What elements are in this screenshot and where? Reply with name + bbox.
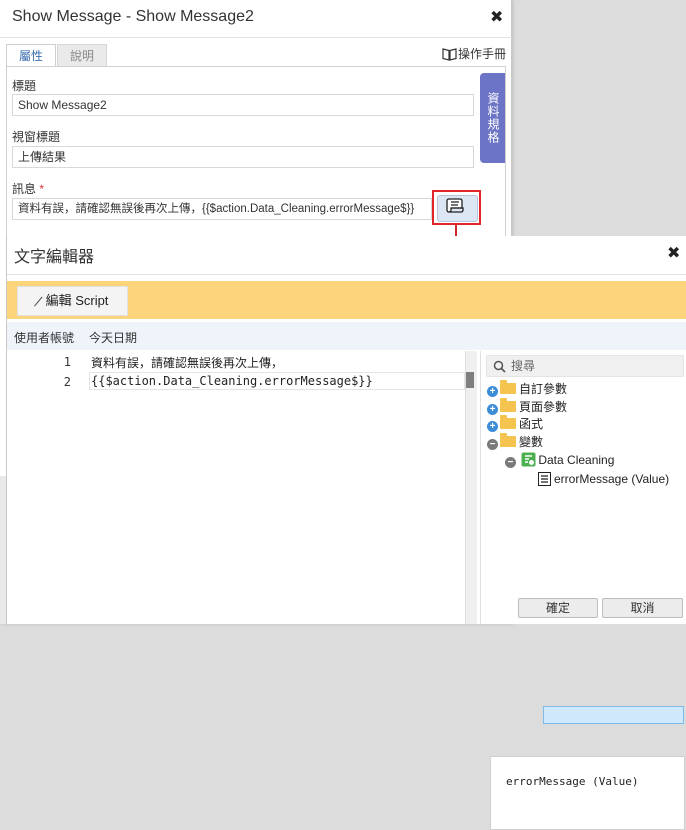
folder-icon [500, 415, 516, 429]
folder-icon [500, 380, 516, 394]
dialog-title: Show Message - Show Message2 [12, 8, 254, 25]
required-mark: * [39, 182, 45, 196]
scrollbar-thumb[interactable] [466, 372, 474, 388]
open-text-editor-button[interactable] [432, 190, 481, 225]
data-source-icon [521, 452, 536, 467]
window-title-field[interactable]: 上傳結果 [12, 146, 474, 168]
line-number: 1 [63, 355, 71, 369]
insert-today-button[interactable]: 今天日期 [89, 329, 137, 346]
insert-username-button[interactable]: 使用者帳號 [14, 329, 74, 346]
search-input[interactable]: 搜尋 [486, 355, 684, 377]
expand-icon[interactable]: + [487, 421, 498, 432]
tree-item-data-cleaning[interactable]: − Data Cleaning [505, 451, 614, 469]
scroll-icon [446, 198, 464, 213]
manual-link[interactable]: 操作手冊 [442, 45, 506, 62]
edit-script-button[interactable]: | 編輯 Script [17, 286, 128, 316]
tree-item-label: 自訂參數 [519, 382, 568, 396]
tree-item-label: 頁面參數 [519, 400, 568, 414]
tree-item-variables[interactable]: − 變數 [487, 433, 543, 451]
code-line[interactable]: 資料有誤，請確認無誤後再次上傳， [91, 354, 283, 371]
line-number: 2 [63, 375, 71, 389]
collapse-icon[interactable]: − [487, 439, 498, 450]
tree-item-label: Data Cleaning [538, 453, 615, 467]
collapse-icon[interactable]: − [505, 457, 516, 468]
code-line[interactable]: {{$action.Data_Cleaning.errorMessage$}} [91, 374, 373, 388]
text-editor-title: 文字編輯器 [14, 249, 95, 266]
message-label: 訊息 * [12, 180, 44, 197]
cancel-button[interactable]: 取消 [602, 598, 683, 618]
tree-item-error-message[interactable]: errorMessage (Value) [538, 470, 669, 488]
ok-button[interactable]: 確定 [518, 598, 598, 618]
data-spec-side-tab[interactable]: 資料規格 [480, 73, 505, 163]
tab-description[interactable]: 說明 [57, 44, 108, 66]
variable-detail-box: errorMessage (Value) [490, 756, 685, 830]
search-icon [493, 360, 506, 373]
variable-icon [538, 472, 551, 486]
editor-scrollbar[interactable] [465, 351, 477, 624]
expand-icon[interactable]: + [487, 404, 498, 415]
manual-link-label: 操作手冊 [458, 47, 507, 61]
close-icon[interactable]: ✖ [667, 243, 680, 263]
divider [7, 274, 686, 275]
message-field[interactable]: 資料有誤，請確認無誤後再次上傳，{{$action.Data_Cleaning.… [12, 198, 432, 220]
tree-item-label: errorMessage (Value) [554, 472, 670, 486]
edit-script-label: 編輯 Script [45, 293, 109, 308]
search-placeholder: 搜尋 [511, 359, 536, 373]
tree-item-label: 變數 [519, 435, 544, 449]
code-editor[interactable] [7, 351, 477, 624]
text-editor-dialog: 文字編輯器 ✖ | 編輯 Script 使用者帳號 今天日期 1 資料有誤，請確… [6, 236, 686, 830]
title-field[interactable]: Show Message2 [12, 94, 474, 116]
tree-item-custom-params[interactable]: + 自訂參數 [487, 380, 567, 398]
tree-item-selected-highlight [543, 706, 684, 724]
tab-properties[interactable]: 屬性 [6, 44, 57, 66]
message-label-text: 訊息 [12, 182, 37, 196]
tree-item-label: 函式 [519, 417, 544, 431]
expand-icon[interactable]: + [487, 386, 498, 397]
tree-item-functions[interactable]: + 函式 [487, 415, 543, 433]
title-label: 標題 [12, 79, 37, 93]
book-icon [442, 48, 457, 61]
folder-icon [500, 398, 516, 412]
close-icon[interactable]: ✖ [490, 7, 503, 27]
folder-icon [500, 433, 516, 447]
divider [0, 37, 512, 38]
tree-item-page-params[interactable]: + 頁面參數 [487, 398, 567, 416]
window-title-label: 視窗標題 [12, 130, 61, 144]
